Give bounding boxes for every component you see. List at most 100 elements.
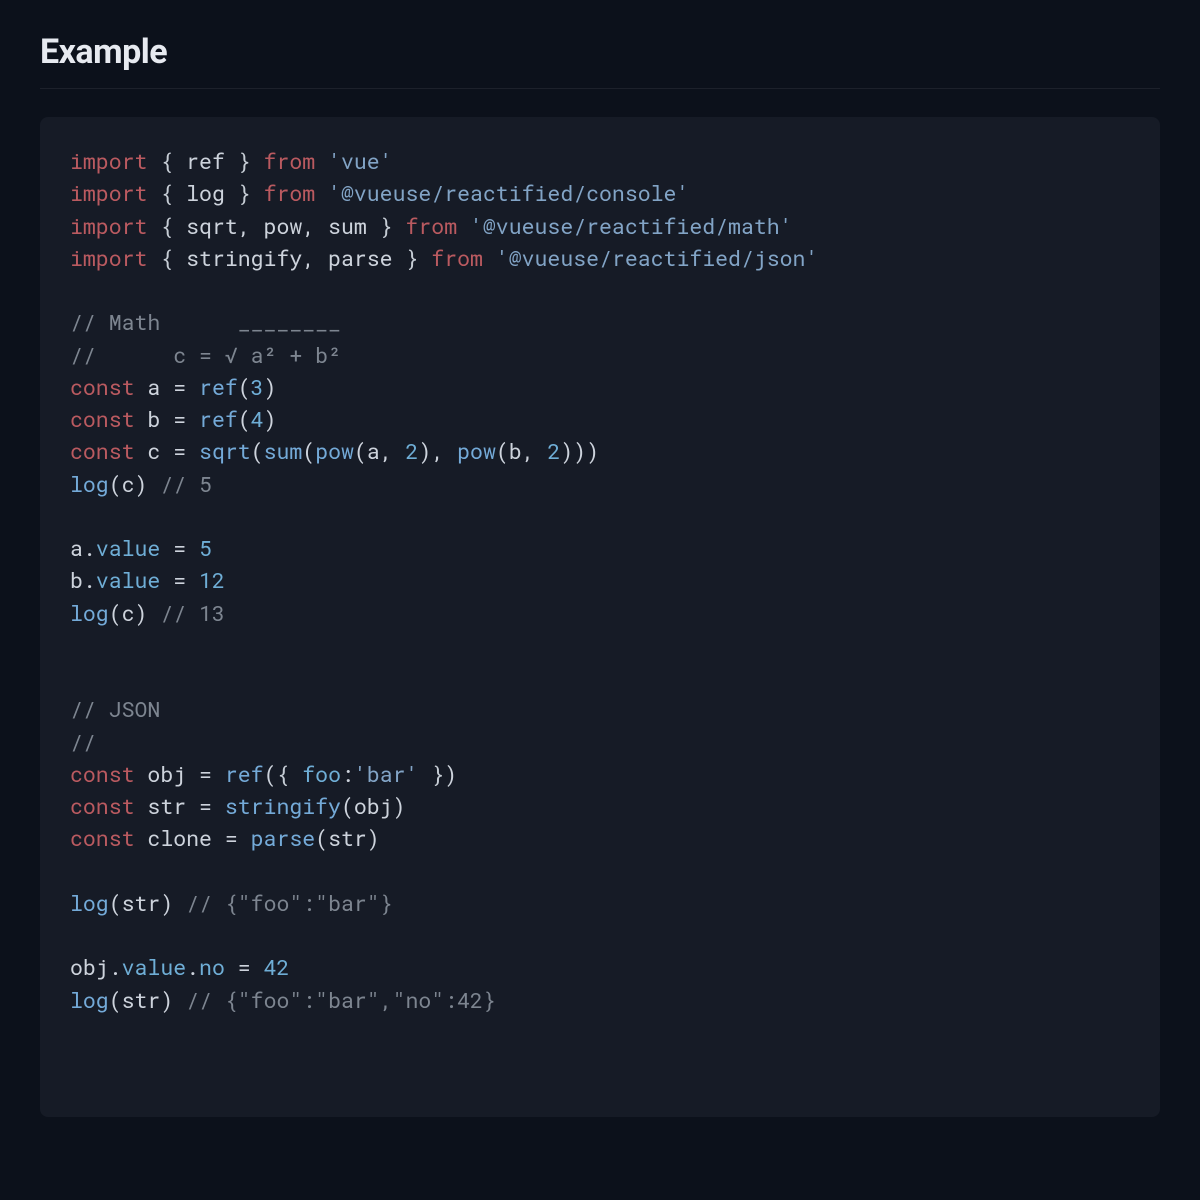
token-punct: ) — [160, 985, 173, 1014]
token-brace: } — [431, 759, 444, 788]
token-plain — [418, 759, 431, 788]
token-plain — [212, 791, 225, 820]
token-plain — [315, 178, 328, 207]
token-plain — [212, 759, 225, 788]
token-num: 5 — [199, 533, 212, 562]
token-punct: ) — [264, 404, 277, 433]
token-comm: // 5 — [160, 469, 212, 498]
token-plain: b — [70, 565, 83, 594]
token-plain — [186, 404, 199, 433]
token-plain — [147, 598, 160, 627]
token-brace: { — [276, 759, 289, 788]
code-line: const b = ref(4) — [70, 404, 276, 433]
token-punct: : — [341, 759, 354, 788]
code-line: a.value = 5 — [70, 533, 212, 562]
code-line: log(str) // {"foo":"bar","no":42} — [70, 985, 496, 1014]
token-brace: { — [160, 178, 173, 207]
code-line: log(str) // {"foo":"bar"} — [70, 888, 393, 917]
token-plain — [457, 211, 470, 240]
token-kw1: const — [70, 759, 135, 788]
token-str: 'vue' — [328, 146, 393, 175]
token-plain — [483, 243, 496, 272]
token-comm: // Math ________ — [70, 307, 341, 336]
token-comm: // JSON — [70, 694, 160, 723]
token-plain: str — [135, 791, 200, 820]
token-punct: . — [109, 952, 122, 981]
code-line: log(c) // 13 — [70, 598, 225, 627]
token-plain — [225, 952, 238, 981]
token-punct: = — [238, 952, 251, 981]
token-punct: ( — [109, 888, 122, 917]
code-line: // — [70, 727, 96, 756]
code-line: b.value = 12 — [70, 565, 225, 594]
token-kw1: from — [431, 243, 483, 272]
token-kw1: import — [70, 178, 147, 207]
token-punct: ) — [393, 791, 406, 820]
token-brace: } — [238, 146, 251, 175]
token-plain — [147, 178, 160, 207]
token-plain — [238, 823, 251, 852]
token-fn: sqrt — [199, 436, 251, 465]
token-punct: ) — [444, 759, 457, 788]
code-block[interactable]: import { ref } from 'vue' import { log }… — [40, 117, 1160, 1117]
token-kw1: const — [70, 823, 135, 852]
token-brace: { — [160, 211, 173, 240]
token-plain: c — [122, 469, 135, 498]
token-punct: ( — [264, 759, 277, 788]
token-plain: str — [122, 985, 161, 1014]
code-line — [70, 920, 83, 949]
section-heading: Example — [40, 32, 1160, 72]
code-line: const clone = parse(str) — [70, 823, 380, 852]
code-line — [70, 501, 83, 530]
token-punct: ( — [315, 823, 328, 852]
token-brace: { — [160, 243, 173, 272]
token-punct: ) — [264, 372, 277, 401]
token-kw1: import — [70, 243, 147, 272]
token-plain — [160, 533, 173, 562]
token-punct: = — [173, 565, 186, 594]
token-prop: value — [96, 565, 161, 594]
code-line: // JSON — [70, 694, 160, 723]
code-line — [70, 856, 83, 885]
token-punct: ( — [238, 372, 251, 401]
token-kw1: import — [70, 211, 147, 240]
token-punct: ) — [160, 888, 173, 917]
token-punct: ) — [135, 598, 148, 627]
token-punct: ( — [109, 598, 122, 627]
token-fn: log — [70, 469, 109, 498]
token-kw1: from — [264, 178, 316, 207]
token-fn: parse — [251, 823, 316, 852]
token-plain — [147, 243, 160, 272]
token-fn: pow — [315, 436, 354, 465]
code-line: import { sqrt, pow, sum } from '@vueuse/… — [70, 211, 793, 240]
token-brace: } — [380, 211, 393, 240]
token-fn: stringify — [225, 791, 341, 820]
code-line: obj.value.no = 42 — [70, 952, 289, 981]
heading-underline — [40, 88, 1160, 89]
token-plain: obj — [135, 759, 200, 788]
code-line: import { ref } from 'vue' — [70, 146, 393, 175]
token-prop: value — [96, 533, 161, 562]
token-plain — [186, 372, 199, 401]
token-punct: = — [173, 533, 186, 562]
token-kw1: from — [264, 146, 316, 175]
token-plain: sqrt, pow, sum — [173, 211, 379, 240]
token-punct: = — [173, 436, 186, 465]
token-str: '@vueuse/reactified/math' — [470, 211, 793, 240]
token-brace: { — [160, 146, 173, 175]
token-plain — [186, 436, 199, 465]
code-line — [70, 630, 83, 659]
token-punct: ( — [496, 436, 509, 465]
token-plain: obj — [354, 791, 393, 820]
token-plain — [186, 533, 199, 562]
code-line: const str = stringify(obj) — [70, 791, 406, 820]
token-kw1: const — [70, 436, 135, 465]
token-fn: pow — [457, 436, 496, 465]
token-punct: ))) — [560, 436, 599, 465]
token-punct: . — [83, 533, 96, 562]
token-str: 'bar' — [354, 759, 419, 788]
token-punct: . — [186, 952, 199, 981]
token-punct: ), — [418, 436, 457, 465]
token-brace: } — [238, 178, 251, 207]
token-fn: log — [70, 888, 109, 917]
